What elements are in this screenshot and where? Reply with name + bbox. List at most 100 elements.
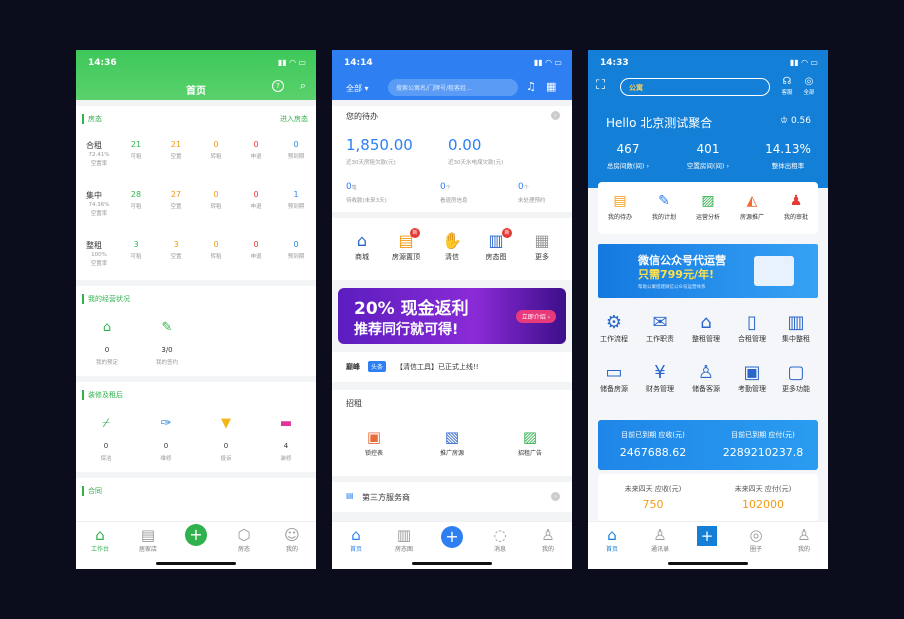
function-item[interactable]: ▥ 集中整租: [774, 312, 818, 344]
more-icon: ▢: [787, 362, 805, 383]
rental-ad-item[interactable]: ▨ 招租广告: [508, 426, 552, 457]
scan-icon[interactable]: ⛶: [596, 78, 605, 93]
room-count[interactable]: 0: [241, 140, 271, 149]
room-count[interactable]: 0: [241, 240, 271, 249]
room-count[interactable]: 0: [281, 240, 311, 249]
ad-banner[interactable]: 微信公众号代运营 只需799元/年! 帮助公寓搭建微信公众号运营体系: [598, 244, 818, 298]
help-icon[interactable]: ?: [272, 80, 284, 92]
reservation-icon[interactable]: ⌂: [92, 320, 122, 335]
function-item[interactable]: ¥ 财务管理: [638, 362, 682, 394]
room-count[interactable]: 0: [281, 140, 311, 149]
paint-roller-icon[interactable]: ▬: [271, 416, 301, 431]
due-payable-label: 目前已到期 应付(元): [731, 431, 795, 439]
wrench-icon[interactable]: ✑: [151, 416, 181, 431]
room-count[interactable]: 3: [121, 240, 151, 249]
search-icon[interactable]: ⌕: [300, 79, 306, 93]
room-count[interactable]: 27: [161, 190, 191, 199]
shortcut-more[interactable]: ▦ 更多: [520, 230, 564, 262]
appointment-value[interactable]: 0个: [518, 182, 529, 192]
total-rooms-value[interactable]: 467: [596, 142, 660, 156]
tab-mine[interactable]: ☺ 我的: [268, 526, 316, 553]
filter-dropdown[interactable]: 全部 ▾: [346, 83, 369, 94]
third-party-row[interactable]: ▤ 第三方服务商 ›: [332, 482, 572, 512]
promo-banner[interactable]: 20% 现金返利 推荐同行就可得! 立即介绍 ›: [338, 288, 566, 344]
shop-icon: ⌂: [356, 231, 368, 250]
enter-fangtai-link[interactable]: 进入房态: [280, 114, 308, 124]
function-item[interactable]: ⌂ 整租管理: [684, 312, 728, 344]
function-item[interactable]: ▯ 合租管理: [730, 312, 774, 344]
tab-home[interactable]: ⌂ 首页: [588, 526, 636, 553]
chevron-right-icon[interactable]: ›: [551, 492, 560, 501]
function-item[interactable]: ▭ 储备房源: [592, 362, 636, 394]
coin-balance[interactable]: ♔ 0.56: [780, 116, 811, 126]
function-item[interactable]: ⚙ 工作流程: [592, 312, 636, 344]
room-count[interactable]: 0: [241, 190, 271, 199]
room-count[interactable]: 28: [121, 190, 151, 199]
due-summary-card[interactable]: 目前已到期 应收(元) 2467688.62 目前已到期 应付(元) 22892…: [598, 420, 818, 470]
lock-control-item[interactable]: ▣ 锁控表: [352, 426, 396, 457]
quick-plan[interactable]: ✎ 我的计划: [642, 190, 686, 221]
quick-analysis[interactable]: ▨ 运营分析: [686, 190, 730, 221]
room-count[interactable]: 21: [121, 140, 151, 149]
add-button[interactable]: +: [185, 524, 207, 546]
quick-approval[interactable]: ♟ 我的审批: [774, 190, 818, 221]
news-bar[interactable]: 巅峰 头条 【清信工具】已正式上线!!: [332, 352, 572, 382]
tab-mine[interactable]: ♙ 我的: [524, 526, 572, 553]
utility-arrears-value[interactable]: 0.00: [448, 136, 481, 154]
room-count[interactable]: 1: [281, 190, 311, 199]
room-count-label: 预到期: [287, 254, 305, 260]
search-input[interactable]: 搜索公寓名/门牌号/租客姓...: [388, 79, 518, 96]
checkout-value[interactable]: 0个: [440, 182, 451, 192]
tab-home[interactable]: ⌂ 首页: [332, 526, 380, 553]
rent-arrears-value[interactable]: 1,850.00: [346, 136, 413, 154]
tab-fangtai[interactable]: ⬡ 房态: [220, 526, 268, 553]
headset-icon[interactable]: ☊: [778, 76, 796, 87]
add-button[interactable]: +: [441, 526, 463, 548]
pending-payment-value[interactable]: 0笔: [346, 182, 357, 192]
promote-listing-item[interactable]: ▧ 推广房源: [430, 426, 474, 457]
tab-contacts[interactable]: ♙ 通讯录: [636, 526, 684, 553]
contract-icon[interactable]: ✎: [152, 320, 182, 335]
shortcut-qingxin[interactable]: ✋ 清信: [430, 230, 474, 262]
grid-icon[interactable]: ▦: [546, 80, 556, 93]
quick-label: 我的审批: [783, 214, 808, 221]
brand-search-pill[interactable]: 公寓: [620, 78, 770, 96]
bell-icon[interactable]: ♫: [526, 80, 536, 93]
function-item[interactable]: ▢ 更多功能: [774, 362, 818, 394]
shortcut-top[interactable]: ▤ 房源置顶: [384, 230, 428, 262]
due-receivable-value: 2467688.62: [619, 446, 687, 459]
repair-label: 维修: [160, 456, 172, 462]
room-count[interactable]: 3: [161, 240, 191, 249]
thumbs-down-icon[interactable]: ▼: [211, 416, 241, 431]
broom-icon[interactable]: ⌿: [91, 416, 121, 431]
row-type-label: 合租: [86, 141, 102, 150]
quick-todo[interactable]: ▤ 我的待办: [598, 190, 642, 221]
tab-room-map[interactable]: ▥ 房态图: [380, 526, 428, 553]
todo-icon: ▤: [613, 193, 627, 209]
room-count[interactable]: 21: [161, 140, 191, 149]
tab-workbench[interactable]: ⌂ 工作台: [76, 526, 124, 553]
tab-store[interactable]: ▤ 居家店: [124, 526, 172, 553]
status-bar: 14:36 ▮▮ ◠ ▭: [76, 50, 316, 76]
home-indicator: [412, 562, 492, 565]
location-icon[interactable]: ◎: [800, 76, 818, 87]
room-count-label: 转租: [210, 204, 222, 210]
shortcut-mall[interactable]: ⌂ 商城: [340, 230, 384, 262]
tab-mine[interactable]: ♙ 我的: [780, 526, 828, 553]
room-count[interactable]: 0: [201, 190, 231, 199]
function-item[interactable]: ♙ 储备客源: [684, 362, 728, 394]
future-summary-card[interactable]: 未来四天 应收(元) 750 未来四天 应付(元) 102000: [598, 474, 818, 522]
tab-circle[interactable]: ◎ 圈子: [732, 526, 780, 553]
tab-messages[interactable]: ◌ 消息: [476, 526, 524, 553]
cleaning-label: 保洁: [100, 456, 112, 462]
function-item[interactable]: ✉ 工作职责: [638, 312, 682, 344]
room-count[interactable]: 0: [201, 240, 231, 249]
chevron-right-icon[interactable]: ›: [551, 111, 560, 120]
function-item[interactable]: ▣ 考勤管理: [730, 362, 774, 394]
add-button[interactable]: +: [697, 526, 717, 546]
quick-label: 房源推广: [739, 214, 764, 221]
room-count[interactable]: 0: [201, 140, 231, 149]
quick-promote[interactable]: ◭ 房源推广: [730, 190, 774, 221]
vacant-rooms-value[interactable]: 401: [676, 142, 740, 156]
banner-button[interactable]: 立即介绍 ›: [515, 310, 556, 323]
